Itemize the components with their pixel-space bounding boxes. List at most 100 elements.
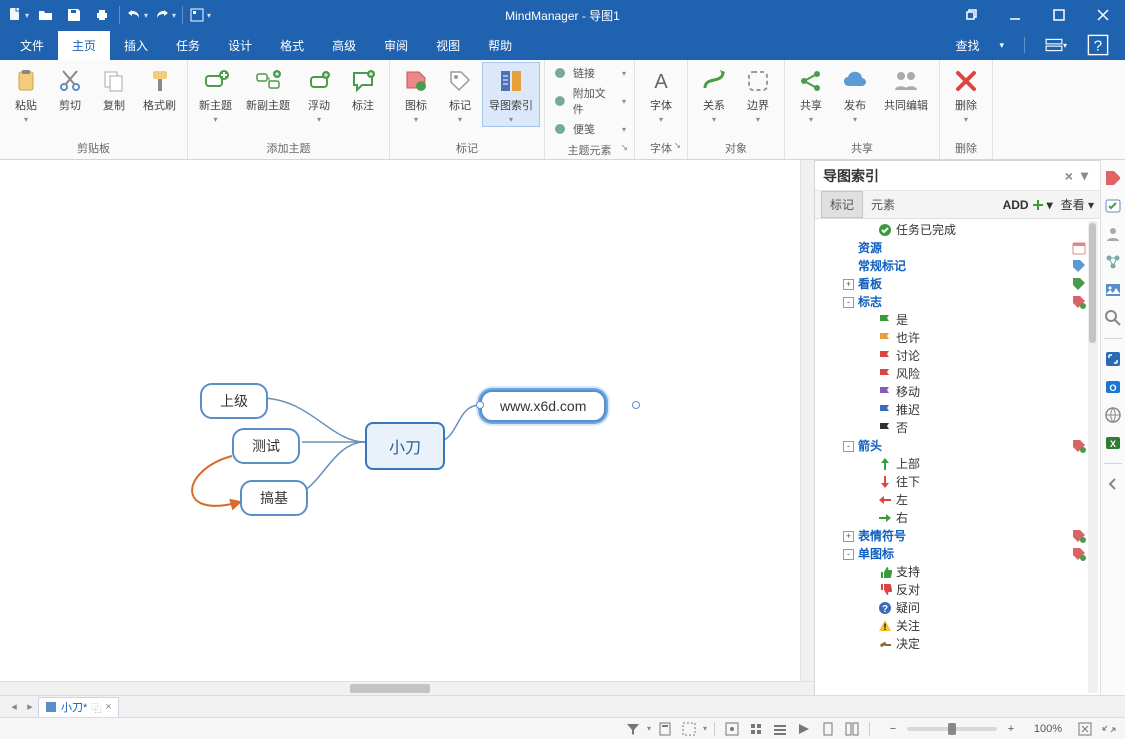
tree-category[interactable]: 资源 xyxy=(815,239,1100,257)
restore-window-icon[interactable] xyxy=(949,0,993,30)
menu-search[interactable]: 查找 xyxy=(955,37,979,54)
expand-icon[interactable]: - xyxy=(843,297,854,308)
tree-item[interactable]: 往下 xyxy=(815,473,1100,491)
ribbon-floating[interactable]: 浮动▾ xyxy=(297,62,341,127)
rail-markers-icon[interactable] xyxy=(1103,168,1123,188)
zoom-in-icon[interactable]: + xyxy=(1001,720,1021,738)
tree-item[interactable]: 讨论 xyxy=(815,347,1100,365)
expand-icon[interactable]: + xyxy=(843,279,854,290)
ribbon-delete[interactable]: 删除▾ xyxy=(944,62,988,127)
rail-outlook-icon[interactable]: O xyxy=(1103,377,1123,397)
tree-category[interactable]: +看板 xyxy=(815,275,1100,293)
tree-item[interactable]: 风险 xyxy=(815,365,1100,383)
expand-icon[interactable]: + xyxy=(843,531,854,542)
tree-item[interactable]: ?疑问 xyxy=(815,599,1100,617)
menu-插入[interactable]: 插入 xyxy=(110,31,162,60)
qa-open[interactable] xyxy=(32,2,60,28)
maximize-icon[interactable] xyxy=(1037,0,1081,30)
tree-category[interactable]: -箭头 xyxy=(815,437,1100,455)
zoom-slider[interactable] xyxy=(907,727,997,731)
status-select-icon[interactable] xyxy=(679,720,699,738)
tree-category[interactable]: -单图标 xyxy=(815,545,1100,563)
menu-任务[interactable]: 任务 xyxy=(162,31,214,60)
expand-icon[interactable]: - xyxy=(843,441,854,452)
ribbon-icon[interactable]: 图标▾ xyxy=(394,62,438,127)
ribbon-new-subtopic[interactable]: 新副主题 xyxy=(239,62,297,116)
ribbon-paste[interactable]: 粘贴▾ xyxy=(4,62,48,127)
tree-item[interactable]: 决定 xyxy=(815,635,1100,653)
panel-close-icon[interactable]: × xyxy=(1061,168,1077,184)
qa-redo[interactable] xyxy=(151,2,179,28)
ribbon-copy[interactable]: 复制 xyxy=(92,62,136,116)
minimize-icon[interactable] xyxy=(993,0,1037,30)
rail-image-icon[interactable] xyxy=(1103,280,1123,300)
rail-web-icon[interactable] xyxy=(1103,405,1123,425)
qa-save[interactable] xyxy=(60,2,88,28)
ribbon-font[interactable]: A字体▾ xyxy=(639,62,683,127)
expand-icon[interactable]: - xyxy=(843,549,854,560)
menu-主页[interactable]: 主页 xyxy=(58,31,110,60)
menu-格式[interactable]: 格式 xyxy=(266,31,318,60)
tree-item[interactable]: 左 xyxy=(815,491,1100,509)
status-view5-icon[interactable] xyxy=(818,720,838,738)
tree-item[interactable]: 否 xyxy=(815,419,1100,437)
rail-task-icon[interactable] xyxy=(1103,196,1123,216)
tree-item[interactable]: 也许 xyxy=(815,329,1100,347)
ribbon-boundary[interactable]: 边界▾ xyxy=(736,62,780,127)
document-tab[interactable]: 小刀* ⿻ × xyxy=(38,697,119,717)
status-calc-icon[interactable] xyxy=(655,720,675,738)
zoom-level[interactable]: 100% xyxy=(1025,723,1071,735)
tab-next-icon[interactable]: ▸ xyxy=(22,700,38,713)
close-icon[interactable] xyxy=(1081,0,1125,30)
panel-view-button[interactable]: 查看 ▾ xyxy=(1061,196,1094,213)
status-view4-icon[interactable] xyxy=(794,720,814,738)
status-filter-icon[interactable] xyxy=(623,720,643,738)
qa-style[interactable] xyxy=(186,2,214,28)
menu-设计[interactable]: 设计 xyxy=(214,31,266,60)
qa-print[interactable] xyxy=(88,2,116,28)
status-fit-icon[interactable] xyxy=(1075,720,1095,738)
tree-item[interactable]: 支持 xyxy=(815,563,1100,581)
tree-item[interactable]: 任务已完成 xyxy=(815,221,1100,239)
ribbon-options-icon[interactable]: ▾ xyxy=(1045,34,1067,56)
status-view3-icon[interactable] xyxy=(770,720,790,738)
rail-contacts-icon[interactable] xyxy=(1103,224,1123,244)
qa-undo[interactable] xyxy=(123,2,151,28)
rail-links-icon[interactable] xyxy=(1103,252,1123,272)
rail-search-icon[interactable] xyxy=(1103,308,1123,328)
menu-视图[interactable]: 视图 xyxy=(422,31,474,60)
zoom-out-icon[interactable]: − xyxy=(883,720,903,738)
ribbon-callout[interactable]: 标注 xyxy=(341,62,385,116)
node-d[interactable]: www.x6d.com xyxy=(480,390,606,422)
ribbon-share[interactable]: 共享▾ xyxy=(789,62,833,127)
tab-prev-icon[interactable]: ◂ xyxy=(6,700,22,713)
group-launcher[interactable]: ↘ xyxy=(673,140,681,151)
node-b[interactable]: 测试 xyxy=(232,428,300,464)
tab-close-icon[interactable]: × xyxy=(105,701,111,713)
tree-item[interactable]: 右 xyxy=(815,509,1100,527)
tree-item[interactable]: 移动 xyxy=(815,383,1100,401)
rail-fullscreen-icon[interactable] xyxy=(1103,349,1123,369)
rail-collapse-icon[interactable] xyxy=(1103,474,1123,494)
ribbon-map-index[interactable]: 导图索引▾ xyxy=(482,62,540,127)
ribbon-new-topic[interactable]: 新主题▾ xyxy=(192,62,239,127)
tree-category[interactable]: 常规标记 xyxy=(815,257,1100,275)
panel-tab-elements[interactable]: 元素 xyxy=(863,192,903,217)
canvas-vscrollbar[interactable] xyxy=(800,160,814,681)
mindmap-canvas[interactable]: 小刀 上级 测试 搞基 www.x6d.com xyxy=(0,160,814,681)
qa-new[interactable] xyxy=(4,2,32,28)
menu-审阅[interactable]: 审阅 xyxy=(370,31,422,60)
panel-add-button[interactable]: ADD ▾ xyxy=(1003,198,1053,212)
rail-excel-icon[interactable]: X xyxy=(1103,433,1123,453)
ribbon-cut[interactable]: 剪切 xyxy=(48,62,92,116)
tree-item[interactable]: 是 xyxy=(815,311,1100,329)
tree-item[interactable]: 上部 xyxy=(815,455,1100,473)
ribbon-tag[interactable]: 标记▾ xyxy=(438,62,482,127)
tree-item[interactable]: !关注 xyxy=(815,617,1100,635)
help-icon[interactable]: ? xyxy=(1087,34,1109,56)
status-view1-icon[interactable] xyxy=(722,720,742,738)
menu-帮助[interactable]: 帮助 xyxy=(474,31,526,60)
ribbon-note[interactable]: 便笺▾ xyxy=(549,120,630,138)
ribbon-coedit[interactable]: 共同编辑 xyxy=(877,62,935,116)
ribbon-format-painter[interactable]: 格式刷 xyxy=(136,62,183,116)
